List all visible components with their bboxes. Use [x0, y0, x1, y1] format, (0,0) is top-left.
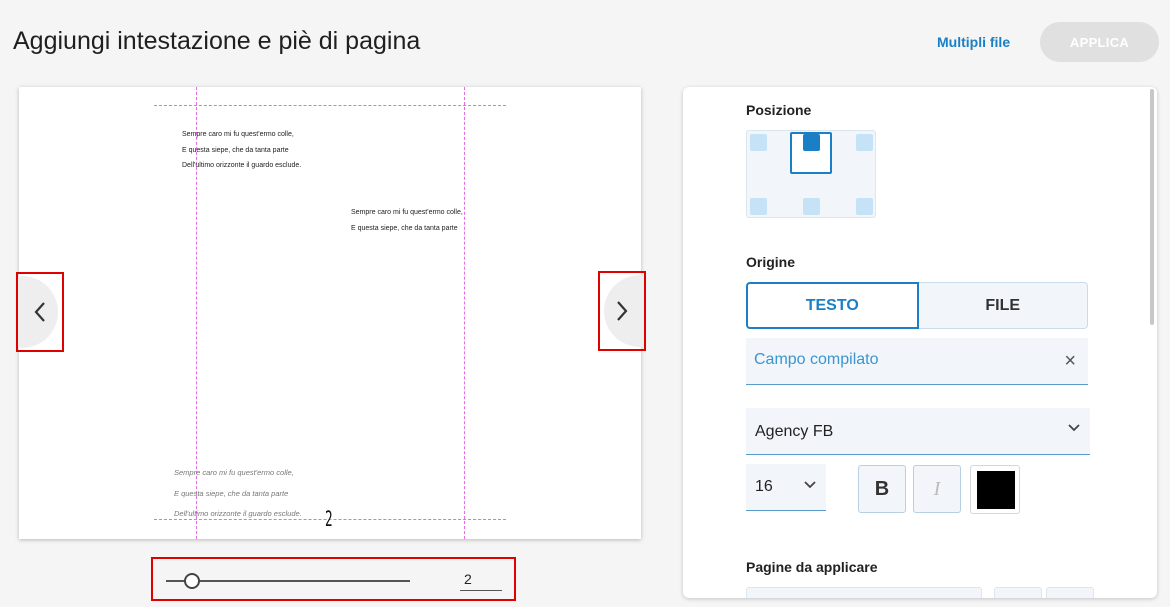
pages-option[interactable] — [1046, 587, 1094, 598]
position-top-right[interactable] — [856, 134, 873, 151]
italic-button[interactable]: I — [913, 465, 961, 513]
page-preview: Sempre caro mi fu quest'ermo colle, E qu… — [19, 87, 641, 539]
position-top-left[interactable] — [750, 134, 767, 151]
preview-footer-line: E questa siepe, che da tanta parte — [174, 489, 289, 498]
preview-footer-line: Dell'ultimo orizzonte il guardo esclude. — [174, 509, 302, 518]
text-field: × — [746, 338, 1088, 385]
tab-file[interactable]: FILE — [918, 282, 1088, 329]
close-icon[interactable]: × — [1064, 351, 1076, 371]
bold-button[interactable]: B — [858, 465, 906, 513]
chevron-left-icon — [34, 302, 45, 322]
settings-panel: Posizione Origine TESTO FILE × Agency FB… — [683, 87, 1157, 598]
position-grid — [746, 130, 876, 218]
pages-label: Pagine da applicare — [746, 559, 878, 575]
font-size-select[interactable]: 16 — [746, 464, 826, 511]
origin-label: Origine — [746, 254, 796, 270]
chevron-down-icon — [804, 481, 816, 489]
preview-text-line: E questa siepe, che da tanta parte — [182, 147, 289, 154]
apply-button[interactable]: APPLICA — [1040, 22, 1159, 62]
multiple-files-link[interactable]: Multipli file — [937, 34, 1010, 50]
color-picker-button[interactable] — [970, 465, 1020, 514]
page-number: 2 — [325, 507, 333, 531]
next-page-button[interactable] — [598, 271, 646, 351]
chevron-right-icon — [617, 301, 628, 321]
chevron-down-icon — [1068, 424, 1080, 432]
page-slider-container: 2 — [151, 557, 516, 601]
page-title: Aggiungi intestazione e piè di pagina — [13, 27, 421, 55]
color-swatch — [977, 471, 1015, 509]
pages-input[interactable] — [746, 587, 982, 598]
preview-text-line: Sempre caro mi fu quest'ermo colle, — [351, 209, 463, 216]
position-label: Posizione — [746, 102, 812, 118]
position-bottom-left[interactable] — [750, 198, 767, 215]
preview-text-line: E questa siepe, che da tanta parte — [351, 225, 458, 232]
previous-page-button[interactable] — [16, 272, 64, 352]
pages-option[interactable] — [994, 587, 1042, 598]
position-bottom-right[interactable] — [856, 198, 873, 215]
font-select-value: Agency FB — [755, 423, 834, 440]
panel-scrollbar[interactable] — [1150, 89, 1154, 325]
text-input[interactable] — [754, 351, 1044, 369]
preview-text-line: Dell'ultimo orizzonte il guardo esclude. — [182, 162, 302, 169]
page-slider-handle[interactable] — [184, 573, 200, 589]
preview-footer-line: Sempre caro mi fu quest'ermo colle, — [174, 468, 294, 477]
origin-toggle: TESTO FILE — [746, 282, 1088, 329]
right-margin-guide — [464, 87, 465, 539]
page-slider-track[interactable] — [166, 580, 410, 582]
preview-text-line: Sempre caro mi fu quest'ermo colle, — [182, 131, 294, 138]
font-select[interactable]: Agency FB — [746, 408, 1090, 455]
font-size-value: 16 — [755, 478, 773, 495]
tab-text[interactable]: TESTO — [746, 282, 919, 329]
header-guide-line — [154, 105, 506, 106]
position-bottom-center[interactable] — [803, 198, 820, 215]
position-top-center[interactable] — [790, 132, 832, 174]
page-number-input[interactable]: 2 — [460, 568, 502, 591]
